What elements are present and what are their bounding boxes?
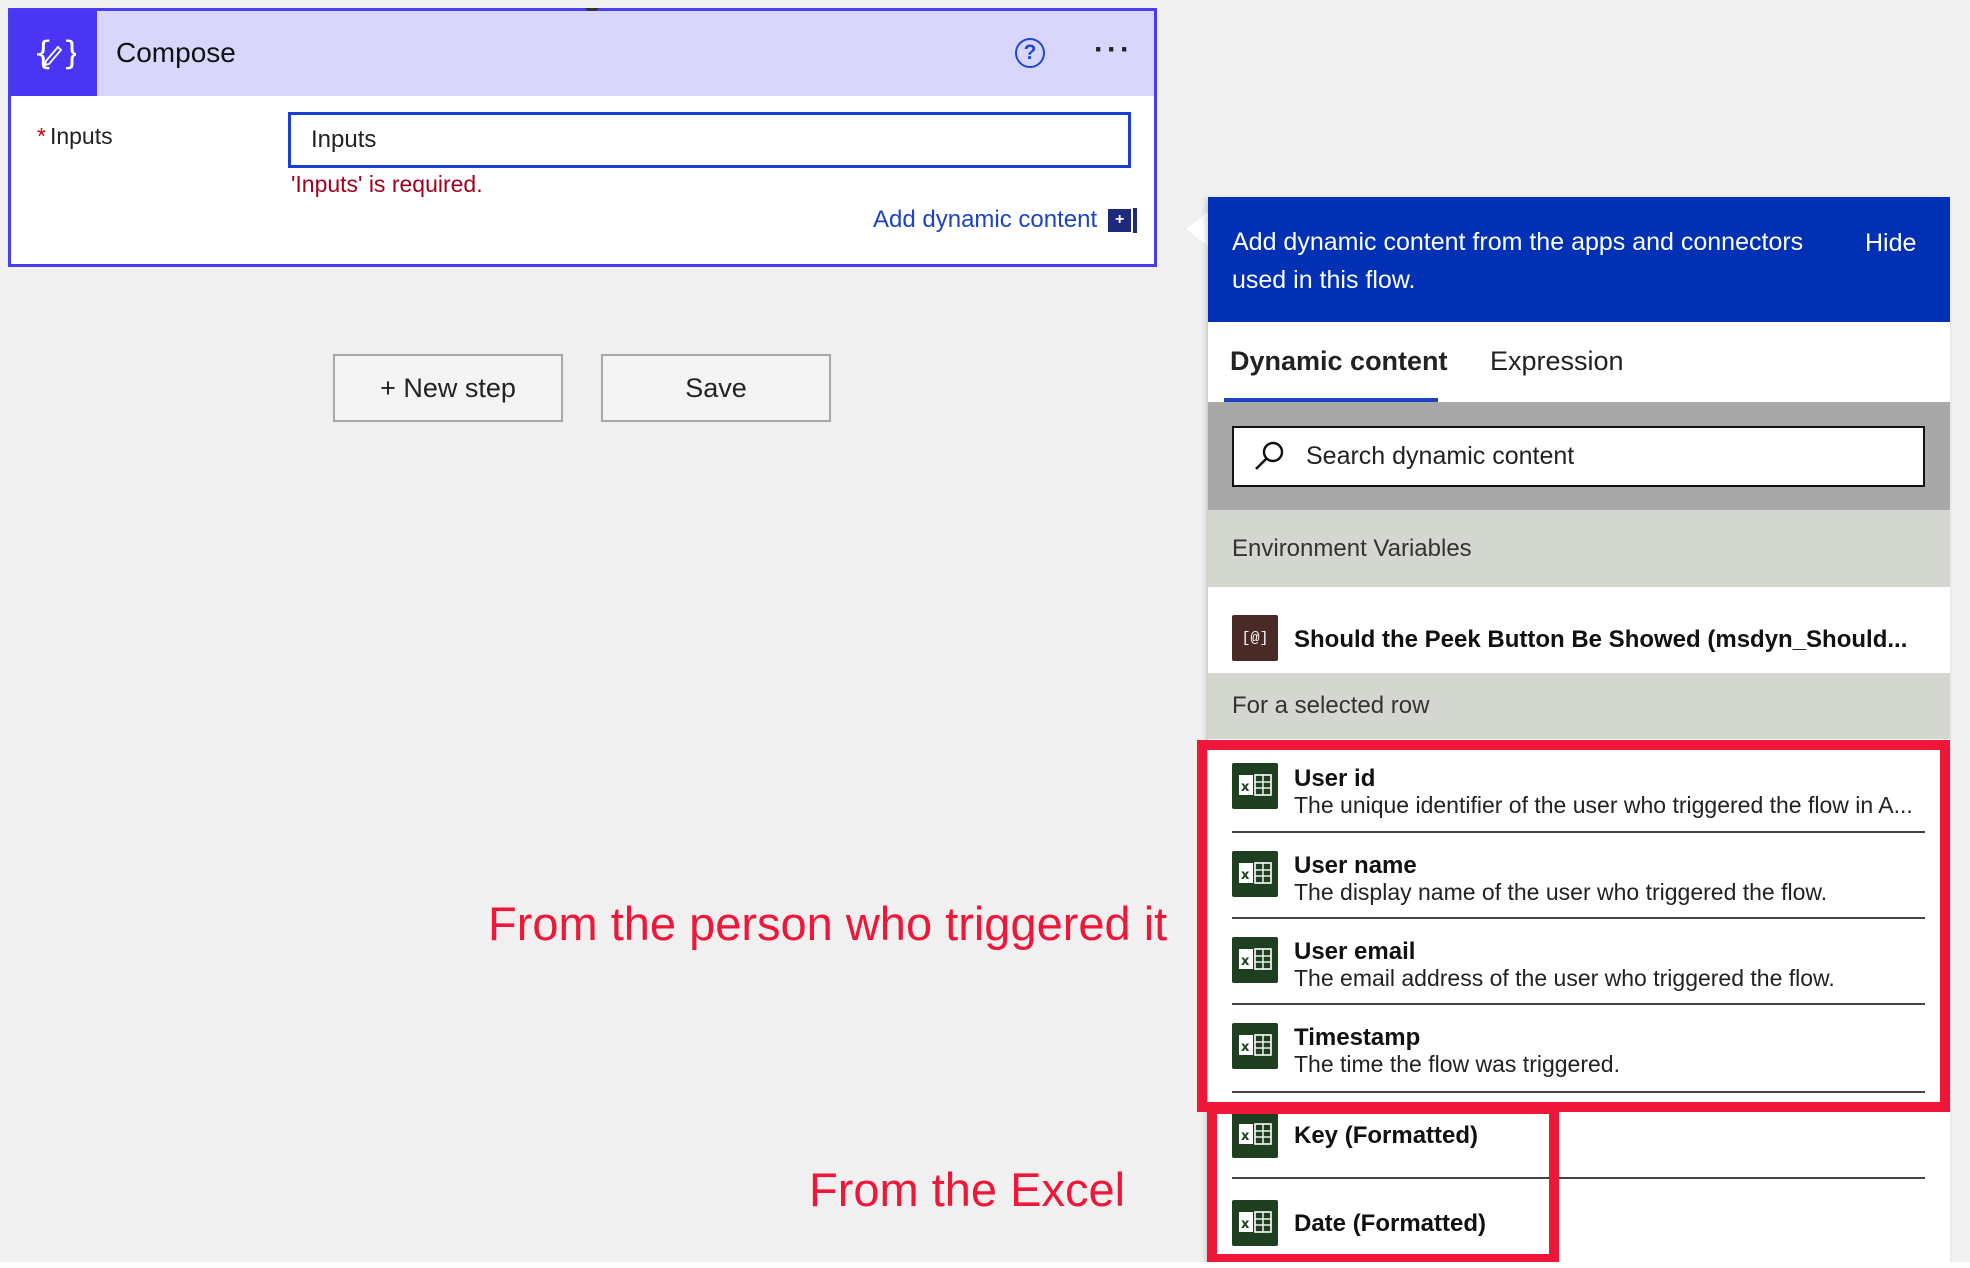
inputs-label: * Inputs — [37, 123, 113, 150]
inputs-field[interactable] — [288, 112, 1131, 168]
search-icon — [1252, 439, 1288, 475]
env-variable-icon: [@] — [1232, 615, 1278, 661]
tab-expression[interactable]: Expression — [1490, 346, 1624, 377]
required-asterisk: * — [37, 123, 46, 149]
section-environment-variables: Environment Variables — [1208, 510, 1950, 587]
inputs-text-input[interactable] — [291, 115, 1128, 165]
panel-header: Add dynamic content from the apps and co… — [1208, 197, 1950, 322]
list-item-env-variable[interactable]: [@] Should the Peek Button Be Showed (ms… — [1232, 603, 1925, 673]
compose-braces-icon: { } — [11, 11, 97, 96]
save-button[interactable]: Save — [601, 354, 831, 422]
add-dynamic-plus-icon: + — [1108, 208, 1132, 232]
search-input[interactable] — [1306, 442, 1906, 471]
flow-canvas: { } Compose ? ··· *Inputs 'Inputs' is re… — [0, 0, 1970, 1262]
annotation-person: From the person who triggered it — [488, 897, 1168, 950]
compose-card-header[interactable]: { } Compose ? ··· — [11, 11, 1154, 96]
compose-card: { } Compose ? ··· *Inputs 'Inputs' is re… — [8, 8, 1157, 267]
svg-text:{: { — [33, 34, 53, 72]
help-icon[interactable]: ? — [1015, 38, 1045, 68]
add-dynamic-content-label: Add dynamic content — [873, 206, 1098, 233]
svg-text:}: } — [62, 34, 76, 72]
inputs-error: 'Inputs' is required. — [291, 171, 483, 197]
new-step-button[interactable]: + New step — [333, 354, 563, 422]
panel-header-text: Add dynamic content from the apps and co… — [1232, 228, 1804, 294]
compose-title: Compose — [116, 37, 236, 68]
search-box[interactable] — [1232, 426, 1925, 487]
hide-button[interactable]: Hide — [1865, 229, 1916, 258]
tab-dynamic-content[interactable]: Dynamic content — [1230, 346, 1448, 377]
highlight-box-trigger-fields — [1197, 740, 1950, 1112]
annotation-excel: From the Excel — [809, 1163, 1126, 1216]
panel-pointer — [1186, 212, 1208, 246]
more-options-icon[interactable]: ··· — [1094, 35, 1133, 65]
search-area — [1208, 402, 1950, 510]
inputs-label-text: Inputs — [49, 123, 113, 149]
section-selected-row: For a selected row — [1208, 673, 1950, 739]
panel-tabs: Dynamic content Expression — [1208, 322, 1950, 402]
item-name: Should the Peek Button Be Showed (msdyn_… — [1294, 626, 1908, 653]
highlight-box-excel-fields — [1207, 1104, 1559, 1262]
add-dynamic-content-link[interactable]: Add dynamic content + — [873, 206, 1138, 234]
add-dynamic-bar — [1133, 207, 1138, 233]
